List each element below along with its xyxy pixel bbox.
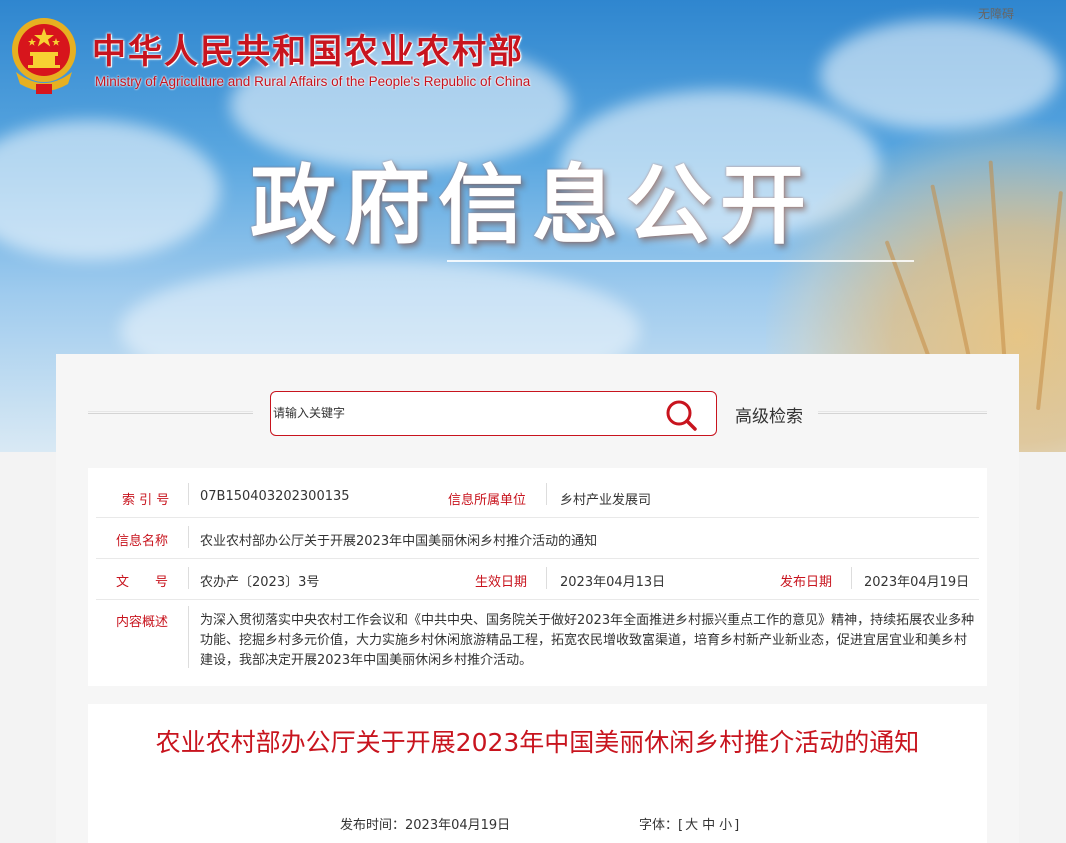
publish-date-label: 发布日期 [780,575,833,590]
docno-value: 农办产〔2023〕3号 [200,575,320,590]
advanced-search-link[interactable]: 高级检索 [735,402,803,427]
meta-row-name: 信息名称 农业农村部办公厅关于开展2023年中国美丽休闲乡村推介活动的通知 [96,517,979,559]
banner-cloud [820,20,1060,130]
summary-value: 为深入贯彻落实中央农村工作会议和《中共中央、国务院关于做好2023年全面推进乡村… [200,613,975,668]
unit-value: 乡村产业发展司 [560,493,652,508]
name-label: 信息名称 [116,534,169,549]
article-publish-time: 发布时间：2023年04月19日 [340,818,511,833]
effective-date-value: 2023年04月13日 [560,575,666,590]
font-size-control: 字体：[大中小] [639,814,739,833]
font-small-button[interactable]: 小 [719,818,732,833]
font-size-label: 字体：[ [639,818,684,833]
name-value: 农业农村部办公厅关于开展2023年中国美丽休闲乡村推介活动的通知 [200,534,598,549]
summary-label: 内容概述 [116,615,169,630]
font-size-bracket: ] [734,818,740,833]
hero-divider [447,260,914,262]
index-label: 索 引 号 [122,493,170,508]
article-title: 农业农村部办公厅关于开展2023年中国美丽休闲乡村推介活动的通知 [155,728,920,757]
site-title-english: Ministry of Agriculture and Rural Affair… [95,74,531,89]
national-emblem-icon [12,18,76,94]
effective-date-label: 生效日期 [475,575,528,590]
index-value: 07B150403202300135 [200,489,350,504]
meta-row-index: 索 引 号 07B150403202300135 信息所属单位 乡村产业发展司 [96,468,979,518]
search-box [270,391,717,436]
font-medium-button[interactable]: 中 [702,818,715,833]
docno-label: 文 号 [116,575,169,590]
info-metadata-table: 索 引 号 07B150403202300135 信息所属单位 乡村产业发展司 … [88,468,987,686]
search-icon[interactable] [664,398,698,432]
article-card: 农业农村部办公厅关于开展2023年中国美丽休闲乡村推介活动的通知 发布时间：20… [88,704,987,843]
site-title: 中华人民共和国农业农村部 [92,32,524,72]
banner-cloud [0,120,220,260]
publish-date-value: 2023年04月19日 [864,575,970,590]
unit-label: 信息所属单位 [448,493,527,508]
accessibility-link[interactable]: 无障碍 [978,5,1014,22]
search-input[interactable] [273,402,653,424]
hero-title: 政府信息公开 [250,155,814,256]
meta-row-docno: 文 号 农办产〔2023〕3号 生效日期 2023年04月13日 发布日期 20… [96,558,979,600]
search-divider-right [818,411,987,414]
search-divider-left [88,411,253,414]
font-large-button[interactable]: 大 [685,818,698,833]
